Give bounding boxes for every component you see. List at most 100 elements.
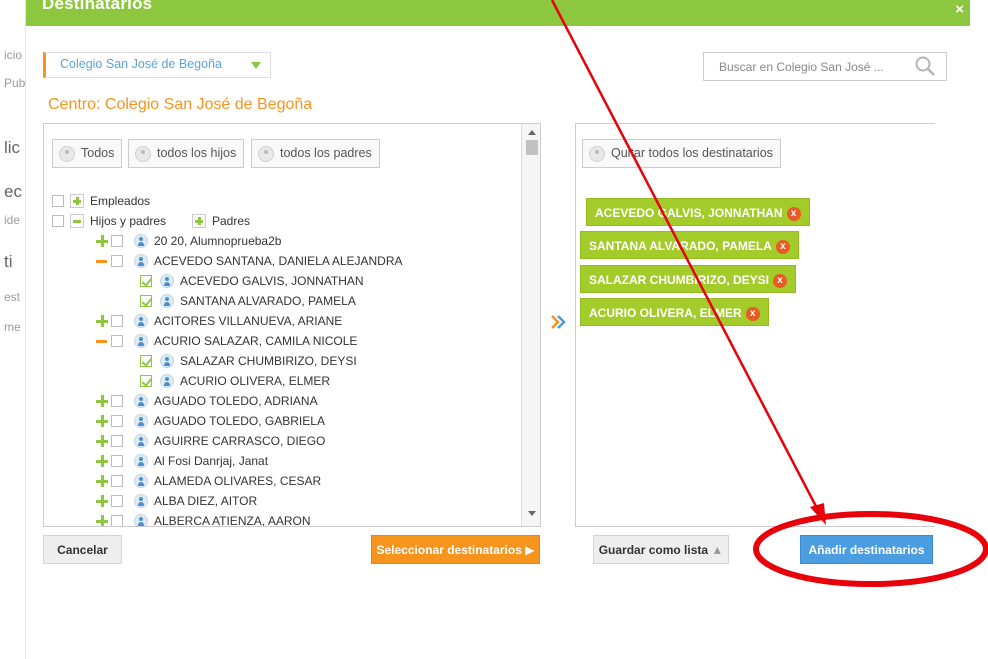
checkbox[interactable]: [111, 335, 123, 347]
tree-label: Empleados: [90, 194, 151, 208]
search-input[interactable]: Buscar en Colegio San José ...: [703, 52, 947, 81]
tree-student: ACEVEDO SANTANA, DANIELA ALEJANDRA: [96, 253, 496, 273]
remove-icon[interactable]: x: [773, 273, 787, 288]
checkbox[interactable]: [111, 235, 123, 247]
bg-text: icio: [4, 48, 23, 62]
add-recipients-button[interactable]: Añadir destinatarios: [800, 535, 933, 564]
filter-children-label: todos los hijos: [157, 146, 237, 160]
tree-parent: SALAZAR CHUMBIRIZO, DEYSI: [140, 353, 500, 373]
checkbox[interactable]: [111, 255, 123, 267]
school-select[interactable]: Colegio San José de Begoña: [43, 52, 271, 78]
checkbox-checked[interactable]: [140, 275, 152, 287]
recipient-chip: ACURIO OLIVERA, ELMER x: [580, 298, 769, 326]
cancel-button[interactable]: Cancelar: [43, 535, 122, 564]
expand-icon[interactable]: [96, 455, 108, 467]
person-icon: [589, 146, 605, 162]
tree-label: ACITORES VILLANUEVA, ARIANE: [154, 314, 343, 328]
tree-student: Al Fosi Danrjaj, Janat: [96, 453, 496, 473]
expand-icon[interactable]: [96, 395, 108, 407]
checkbox[interactable]: [111, 475, 123, 487]
expand-icon[interactable]: [96, 515, 108, 526]
bg-text: lic: [4, 138, 21, 157]
search-icon[interactable]: [914, 55, 936, 82]
tree-label: ACEVEDO SANTANA, DANIELA ALEJANDRA: [154, 254, 403, 268]
checkbox[interactable]: [111, 515, 123, 526]
checkbox-checked[interactable]: [140, 295, 152, 307]
user-icon: [134, 234, 148, 248]
tree-parent: ACURIO OLIVERA, ELMER: [140, 373, 500, 393]
recipient-chip: ACEVEDO GALVIS, JONNATHAN x: [586, 198, 810, 226]
checkbox[interactable]: [111, 395, 123, 407]
checkbox[interactable]: [52, 215, 64, 227]
expand-icon[interactable]: [96, 235, 108, 247]
parents-icon: [258, 146, 274, 162]
user-icon: [134, 254, 148, 268]
bg-text: ide: [4, 213, 21, 227]
remove-icon[interactable]: x: [745, 306, 760, 321]
close-icon[interactable]: ×: [955, 1, 964, 18]
checkbox[interactable]: [52, 195, 64, 207]
tree-student: AGUADO TOLEDO, GABRIELA: [96, 413, 496, 433]
checkbox-checked[interactable]: [140, 355, 152, 367]
child-icon: [135, 146, 151, 162]
expand-icon[interactable]: [96, 475, 108, 487]
scrollbar[interactable]: [521, 124, 540, 526]
user-icon: [134, 494, 148, 508]
user-icon: [134, 414, 148, 428]
centro-title: Centro: Colegio San José de Begoña: [48, 96, 313, 113]
user-icon: [160, 374, 174, 388]
filter-all-button[interactable]: Todos: [52, 139, 123, 168]
user-icon: [134, 314, 148, 328]
checkbox[interactable]: [111, 315, 123, 327]
checkbox[interactable]: [111, 495, 123, 507]
tree-parent: ACEVEDO GALVIS, JONNATHAN: [140, 273, 500, 293]
remove-icon[interactable]: x: [775, 239, 790, 254]
remove-icon[interactable]: x: [786, 206, 801, 221]
tree-student: ALAMEDA OLIVARES, CESAR: [96, 473, 496, 493]
filter-children-button[interactable]: todos los hijos: [128, 139, 245, 168]
tree-parent: SANTANA ALVARADO, PAMELA: [140, 293, 500, 313]
collapse-icon[interactable]: [96, 260, 107, 263]
expand-icon[interactable]: [192, 214, 206, 228]
save-as-list-button[interactable]: Guardar como lista ▲: [593, 535, 729, 564]
modal-title: Destinatarios: [42, 0, 153, 13]
tree-student: 20 20, Alumnoprueba2b: [96, 233, 496, 253]
tree-label: ALBA DIEZ, AITOR: [154, 494, 258, 508]
collapse-icon[interactable]: [70, 214, 84, 228]
expand-icon[interactable]: [96, 495, 108, 507]
expand-icon[interactable]: [70, 194, 84, 208]
checkbox[interactable]: [111, 455, 123, 467]
checkbox[interactable]: [111, 435, 123, 447]
screen: icio Pub lic ec ide ti est me Destinatar…: [0, 0, 988, 659]
bg-text: ec: [4, 182, 22, 201]
tree-label: ALBERCA ATIENZA, AARON: [154, 514, 311, 527]
bg-text: est: [4, 290, 21, 304]
recipients-modal: Destinatarios × Colegio San José de Bego…: [26, 0, 970, 659]
collapse-icon[interactable]: [96, 340, 107, 343]
scroll-up-icon[interactable]: [528, 130, 536, 135]
search-placeholder: Buscar en Colegio San José ...: [719, 60, 884, 74]
user-icon: [134, 334, 148, 348]
tree-student: AGUADO TOLEDO, ADRIANA: [96, 393, 496, 413]
expand-icon[interactable]: [96, 315, 108, 327]
select-recipients-button[interactable]: Seleccionar destinatarios ▶: [371, 535, 540, 564]
tree-node-empleados: Empleados: [52, 193, 252, 213]
background-page: icio Pub lic ec ide ti est me: [0, 0, 26, 659]
remove-all-button[interactable]: Quitar todos los destinatarios: [582, 139, 781, 168]
double-chevron-right-icon[interactable]: [550, 314, 566, 335]
tree-label: 20 20, Alumnoprueba2b: [154, 234, 282, 248]
checkbox-checked[interactable]: [140, 375, 152, 387]
scroll-thumb[interactable]: [526, 140, 538, 155]
user-icon: [134, 434, 148, 448]
filter-parents-button[interactable]: todos los padres: [251, 139, 380, 168]
recipient-chip: SANTANA ALVARADO, PAMELA x: [580, 231, 799, 259]
checkbox[interactable]: [111, 415, 123, 427]
selected-recipients-panel: Quitar todos los destinatarios ACEVEDO G…: [575, 123, 935, 527]
scroll-down-icon[interactable]: [528, 511, 536, 516]
save-as-list-label: Guardar como lista: [598, 543, 709, 557]
expand-icon[interactable]: [96, 415, 108, 427]
tree-label: ALAMEDA OLIVARES, CESAR: [154, 474, 322, 488]
recipient-name: SANTANA ALVARADO, PAMELA: [589, 239, 772, 253]
chevron-down-icon: [251, 62, 261, 69]
expand-icon[interactable]: [96, 435, 108, 447]
